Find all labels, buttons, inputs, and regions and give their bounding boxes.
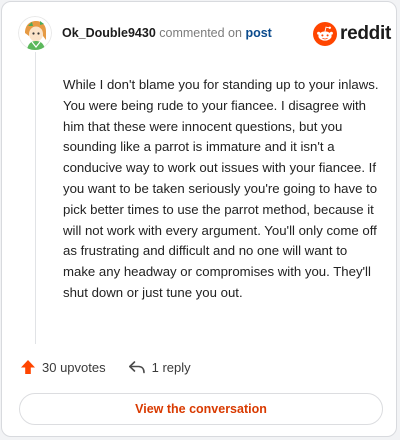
post-link[interactable]: post xyxy=(245,26,271,40)
reply-count: 1 reply xyxy=(151,359,191,375)
avatar-icon xyxy=(18,16,52,50)
upvote-button[interactable]: 30 upvotes xyxy=(20,359,106,375)
comment-body: While I don't blame you for standing up … xyxy=(63,77,379,300)
reply-arrow-icon xyxy=(128,361,145,374)
reddit-logo-icon xyxy=(313,22,337,46)
commented-on-text: commented on xyxy=(159,26,242,40)
upvote-arrow-icon xyxy=(21,360,35,374)
user-avatar[interactable] xyxy=(18,16,52,50)
reddit-wordmark: reddit xyxy=(340,23,391,44)
reddit-logo[interactable]: reddit xyxy=(313,22,391,46)
comment-actions: 30 upvotes 1 reply xyxy=(20,359,191,375)
embedded-comment-card: Ok_Double9430 commented on post reddit W… xyxy=(1,1,397,437)
comment-header: Ok_Double9430 commented on post xyxy=(62,26,272,40)
reply-button[interactable]: 1 reply xyxy=(128,359,191,375)
view-conversation-button[interactable]: View the conversation xyxy=(19,393,383,425)
username-link[interactable]: Ok_Double9430 xyxy=(62,26,156,40)
thread-line xyxy=(35,52,36,344)
upvote-count: 30 upvotes xyxy=(42,359,106,375)
